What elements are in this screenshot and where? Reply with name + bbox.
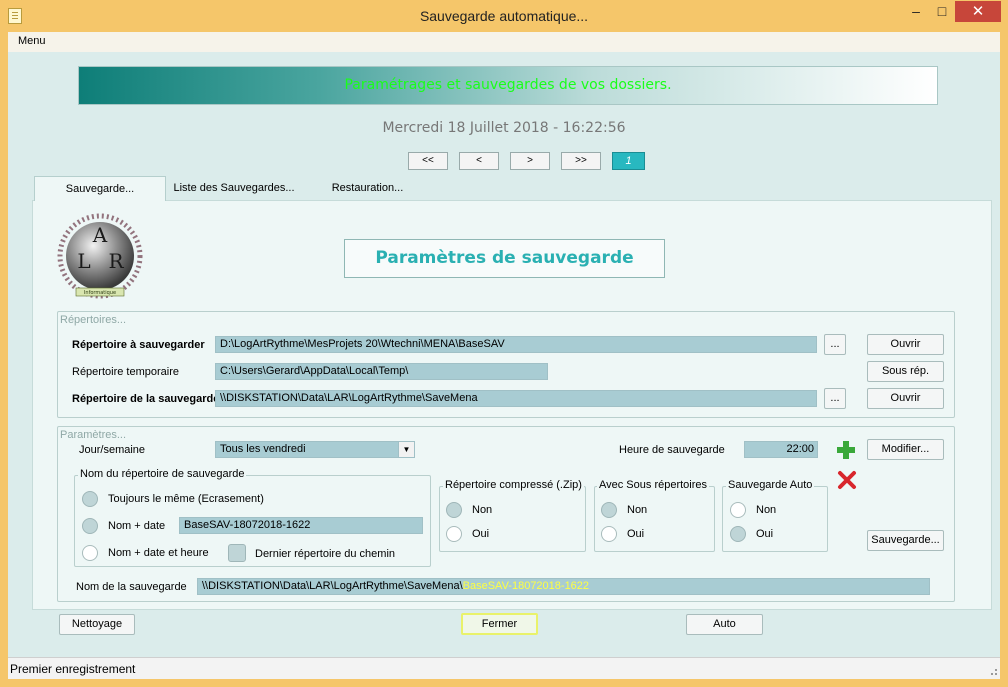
dernier-rep-checkbox[interactable]: [228, 544, 246, 562]
sous-rep-button[interactable]: Sous rép.: [867, 361, 944, 382]
radio-auto-oui[interactable]: [730, 526, 746, 542]
radio-toujours-meme-label: Toujours le même (Ecrasement): [108, 493, 264, 505]
add-icon[interactable]: [836, 440, 856, 460]
nav-prev-button[interactable]: <: [459, 152, 499, 170]
nom-sauvegarde-field[interactable]: \\DISKSTATION\Data\LAR\LogArtRythme\Save…: [197, 578, 930, 595]
tab-sauvegarde[interactable]: Sauvegarde...: [34, 176, 166, 201]
jour-semaine-label: Jour/semaine: [79, 444, 146, 456]
nom-sauvegarde-name: BaseSAV-18072018-1622: [462, 580, 590, 592]
radio-zip-oui-label: Oui: [472, 528, 490, 540]
nom-sauvegarde-path: \\DISKSTATION\Data\LAR\LogArtRythme\Save…: [202, 580, 463, 592]
radio-sous-oui-label: Oui: [627, 528, 645, 540]
src-dir-label: Répertoire à sauvegarder: [72, 339, 205, 351]
nav-last-button[interactable]: >>: [561, 152, 601, 170]
lar-logo: A L R Informatique: [57, 213, 143, 299]
dst-dir-field[interactable]: \\DISKSTATION\Data\LAR\LogArtRythme\Save…: [215, 390, 817, 407]
minimize-button[interactable]: –: [903, 1, 929, 22]
radio-auto-non-label: Non: [756, 504, 777, 516]
radio-auto-non[interactable]: [730, 502, 746, 518]
section-title: Paramètres de sauvegarde: [344, 239, 665, 278]
delete-icon[interactable]: [837, 470, 857, 490]
radio-sous-non-label: Non: [627, 504, 648, 516]
src-browse-button[interactable]: ...: [824, 334, 846, 355]
banner-text: Paramétrages et sauvegardes de vos dossi…: [344, 77, 672, 93]
group-parametres-title: Paramètres...: [60, 429, 127, 441]
auto-button[interactable]: Auto: [686, 614, 763, 635]
jour-semaine-select[interactable]: Tous les vendredi: [215, 441, 415, 458]
window-title: Sauvegarde automatique...: [419, 8, 589, 24]
radio-nom-date-heure[interactable]: [82, 545, 98, 561]
current-datetime: Mercredi 18 Juillet 2018 - 16:22:56: [382, 120, 626, 136]
tmp-dir-field[interactable]: C:\Users\Gerard\AppData\Local\Temp\: [215, 363, 548, 380]
sauvegarde-button[interactable]: Sauvegarde...: [867, 530, 944, 551]
dst-open-button[interactable]: Ouvrir: [867, 388, 944, 409]
group-nom-repertoire-title: Nom du répertoire de sauvegarde: [78, 468, 247, 480]
group-auto: [722, 486, 828, 552]
close-button[interactable]: ✕: [955, 1, 1001, 22]
nav-next-button[interactable]: >: [510, 152, 550, 170]
radio-auto-oui-label: Oui: [756, 528, 774, 540]
dst-dir-label: Répertoire de la sauvegarde: [72, 393, 220, 405]
radio-zip-oui[interactable]: [446, 526, 462, 542]
radio-nom-date[interactable]: [82, 518, 98, 534]
group-zip-title: Répertoire compressé (.Zip): [443, 479, 584, 491]
tab-liste-sauvegardes[interactable]: Liste des Sauvegardes...: [166, 176, 302, 200]
logo-letter-r: R: [108, 249, 124, 273]
header-banner: Paramétrages et sauvegardes de vos dossi…: [78, 66, 938, 105]
tab-restauration[interactable]: Restauration...: [310, 176, 425, 200]
window-border-bottom: [0, 679, 1008, 687]
radio-nom-date-heure-label: Nom + date et heure: [108, 547, 209, 559]
radio-toujours-meme[interactable]: [82, 491, 98, 507]
radio-zip-non-label: Non: [472, 504, 493, 516]
nom-sauvegarde-label: Nom de la sauvegarde: [76, 581, 187, 593]
radio-zip-non[interactable]: [446, 502, 462, 518]
logo-caption: Informatique: [84, 290, 116, 296]
radio-sous-oui[interactable]: [601, 526, 617, 542]
radio-nom-date-label: Nom + date: [108, 520, 166, 532]
nom-date-field[interactable]: BaseSAV-18072018-1622: [179, 517, 423, 534]
radio-sous-non[interactable]: [601, 502, 617, 518]
resize-grip-icon[interactable]: [986, 664, 998, 676]
dernier-rep-label: Dernier répertoire du chemin: [255, 548, 396, 560]
modifier-button[interactable]: Modifier...: [867, 439, 944, 460]
group-repertoires-title: Répertoires...: [60, 314, 127, 326]
status-bar: Premier enregistrement: [8, 657, 1000, 679]
menu-bar: Menu: [8, 32, 1000, 52]
group-auto-title: Sauvegarde Auto: [726, 479, 815, 491]
chevron-down-icon[interactable]: ▼: [398, 441, 415, 458]
maximize-button[interactable]: □: [929, 1, 955, 22]
logo-letter-l: L: [77, 249, 90, 273]
fermer-button[interactable]: Fermer: [461, 613, 538, 635]
group-sous-rep-title: Avec Sous répertoires: [597, 479, 710, 491]
nettoyage-button[interactable]: Nettoyage: [59, 614, 135, 635]
jour-semaine-value: Tous les vendredi: [220, 443, 306, 455]
group-zip: [439, 486, 586, 552]
menu-item-menu[interactable]: Menu: [18, 35, 46, 47]
group-sous-rep: [594, 486, 715, 552]
heure-field[interactable]: 22:00: [744, 441, 818, 458]
status-text: Premier enregistrement: [10, 662, 136, 676]
nav-first-button[interactable]: <<: [408, 152, 448, 170]
heure-label: Heure de sauvegarde: [619, 444, 725, 456]
logo-letter-a: A: [92, 223, 108, 247]
src-dir-field[interactable]: D:\LogArtRythme\MesProjets 20\Wtechni\ME…: [215, 336, 817, 353]
tmp-dir-label: Répertoire temporaire: [72, 366, 179, 378]
dst-browse-button[interactable]: ...: [824, 388, 846, 409]
src-open-button[interactable]: Ouvrir: [867, 334, 944, 355]
page-number: 1: [612, 152, 645, 170]
